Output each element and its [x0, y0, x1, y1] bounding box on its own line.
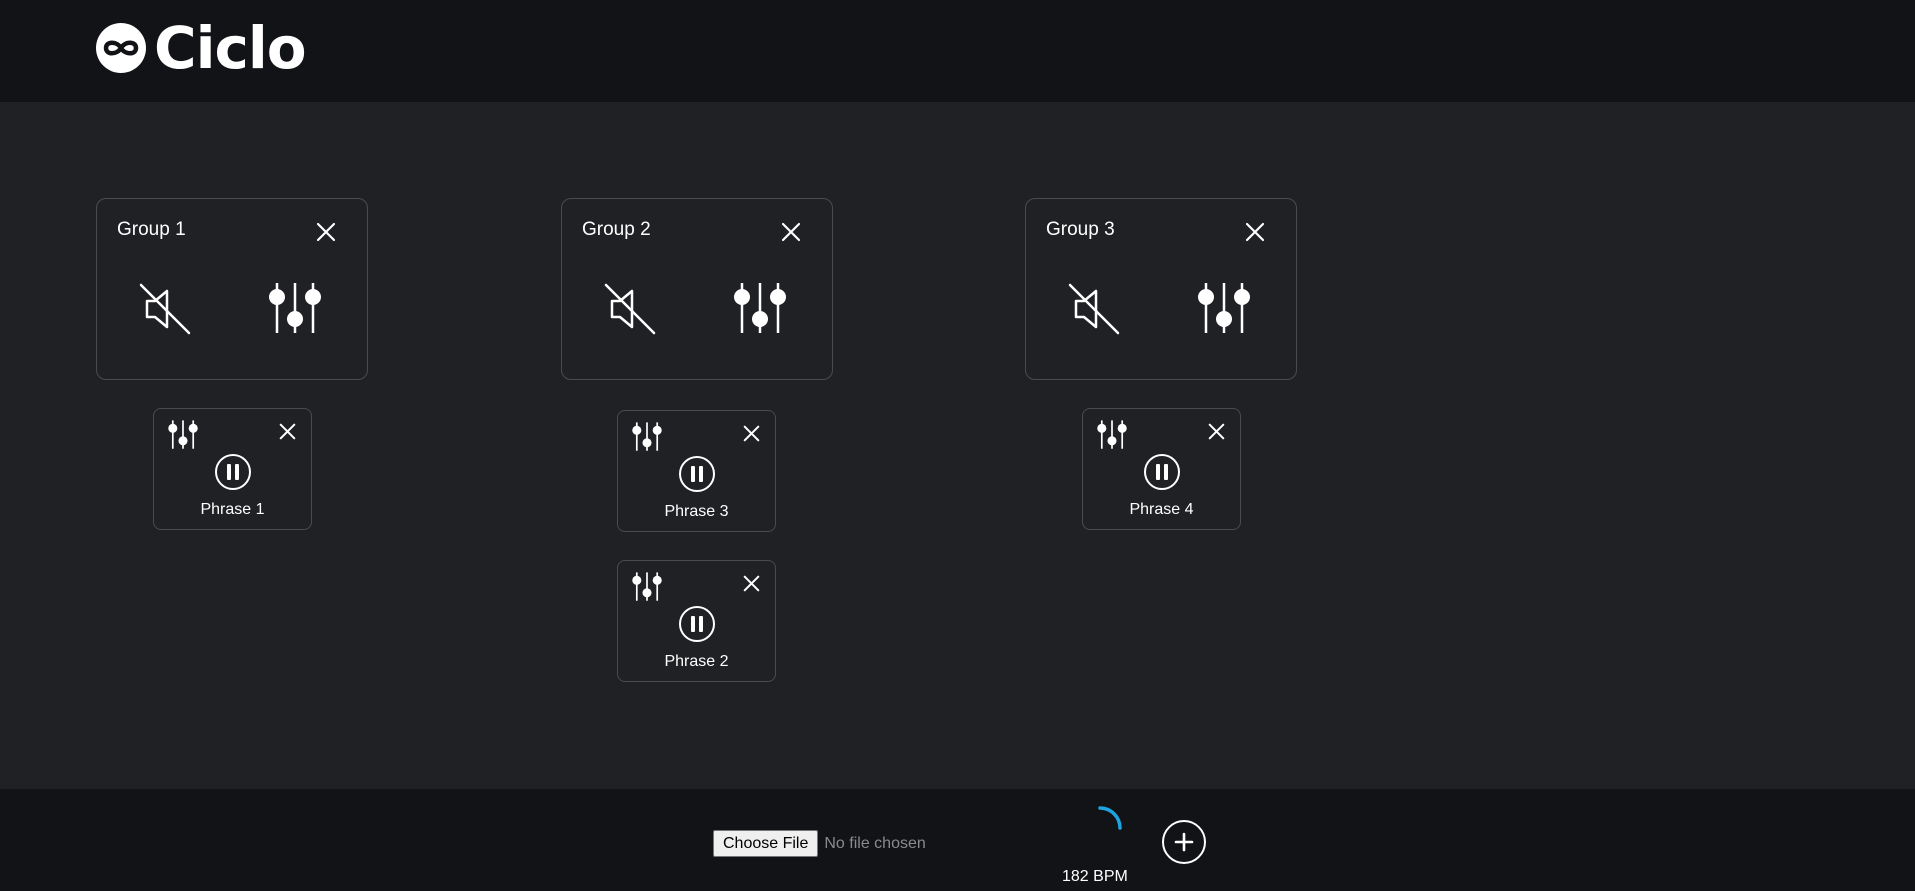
- sliders-icon: [632, 572, 662, 601]
- close-phrase-button[interactable]: [1204, 419, 1228, 443]
- mixer-button[interactable]: [730, 277, 790, 337]
- phrase-label: Phrase 3: [664, 503, 729, 520]
- phrase-mixer-button[interactable]: [166, 417, 200, 451]
- mixer-button[interactable]: [1194, 277, 1254, 337]
- pause-icon: [679, 456, 715, 492]
- app-header: Ciclo: [0, 0, 1915, 102]
- bpm-readout: 182 BPM: [1062, 868, 1128, 885]
- phrase-card: Phrase 3: [617, 410, 776, 532]
- close-icon: [743, 425, 759, 441]
- sliders-icon: [632, 422, 662, 451]
- pause-button[interactable]: [213, 452, 253, 492]
- close-icon: [781, 222, 801, 242]
- pause-button[interactable]: [677, 454, 717, 494]
- plus-icon: [1174, 832, 1194, 852]
- group-title: Group 3: [1046, 219, 1115, 240]
- group-title: Group 1: [117, 219, 186, 240]
- sliders-icon: [168, 420, 198, 449]
- phrase-mixer-button[interactable]: [630, 419, 664, 453]
- group-card: Group 3: [1025, 198, 1297, 380]
- pause-icon: [215, 454, 251, 490]
- add-phrase-button[interactable]: [1162, 820, 1206, 864]
- speaker-muted-icon: [1068, 283, 1120, 335]
- close-icon: [1208, 423, 1224, 439]
- transport-bar: [0, 789, 1915, 891]
- phrase-mixer-button[interactable]: [630, 569, 664, 603]
- sliders-icon: [1097, 420, 1127, 449]
- sliders-icon: [269, 283, 321, 333]
- phrase-card: Phrase 4: [1082, 408, 1241, 530]
- group-card: Group 1: [96, 198, 368, 380]
- speaker-muted-icon: [139, 283, 191, 335]
- mute-button[interactable]: [600, 279, 660, 339]
- close-phrase-button[interactable]: [739, 421, 763, 445]
- mixer-button[interactable]: [265, 277, 325, 337]
- phrase-card: Phrase 1: [153, 408, 312, 530]
- mute-button[interactable]: [1064, 279, 1124, 339]
- speaker-muted-icon: [604, 283, 656, 335]
- sliders-icon: [1198, 283, 1250, 333]
- phrase-card: Phrase 2: [617, 560, 776, 682]
- file-picker[interactable]: Choose File No file chosen: [713, 830, 926, 857]
- logo[interactable]: Ciclo: [96, 14, 307, 82]
- sliders-icon: [734, 283, 786, 333]
- close-icon: [279, 423, 295, 439]
- close-icon: [316, 222, 336, 242]
- pause-button[interactable]: [677, 604, 717, 644]
- close-icon: [743, 575, 759, 591]
- file-status: No file chosen: [824, 834, 926, 852]
- close-group-button[interactable]: [777, 218, 805, 246]
- pause-icon: [679, 606, 715, 642]
- phrase-label: Phrase 4: [1129, 501, 1194, 518]
- close-icon: [1245, 222, 1265, 242]
- choose-file-button[interactable]: Choose File: [713, 830, 819, 857]
- group-card: Group 2: [561, 198, 833, 380]
- loading-spinner-icon: [1098, 806, 1122, 830]
- close-phrase-button[interactable]: [739, 571, 763, 595]
- close-group-button[interactable]: [312, 218, 340, 246]
- group-title: Group 2: [582, 219, 651, 240]
- close-phrase-button[interactable]: [275, 419, 299, 443]
- close-group-button[interactable]: [1241, 218, 1269, 246]
- mute-button[interactable]: [135, 279, 195, 339]
- pause-button[interactable]: [1142, 452, 1182, 492]
- logo-text: Ciclo: [154, 14, 307, 82]
- phrase-label: Phrase 2: [664, 653, 729, 670]
- phrase-label: Phrase 1: [200, 501, 265, 518]
- phrase-mixer-button[interactable]: [1095, 417, 1129, 451]
- infinity-icon: [96, 23, 146, 73]
- pause-icon: [1144, 454, 1180, 490]
